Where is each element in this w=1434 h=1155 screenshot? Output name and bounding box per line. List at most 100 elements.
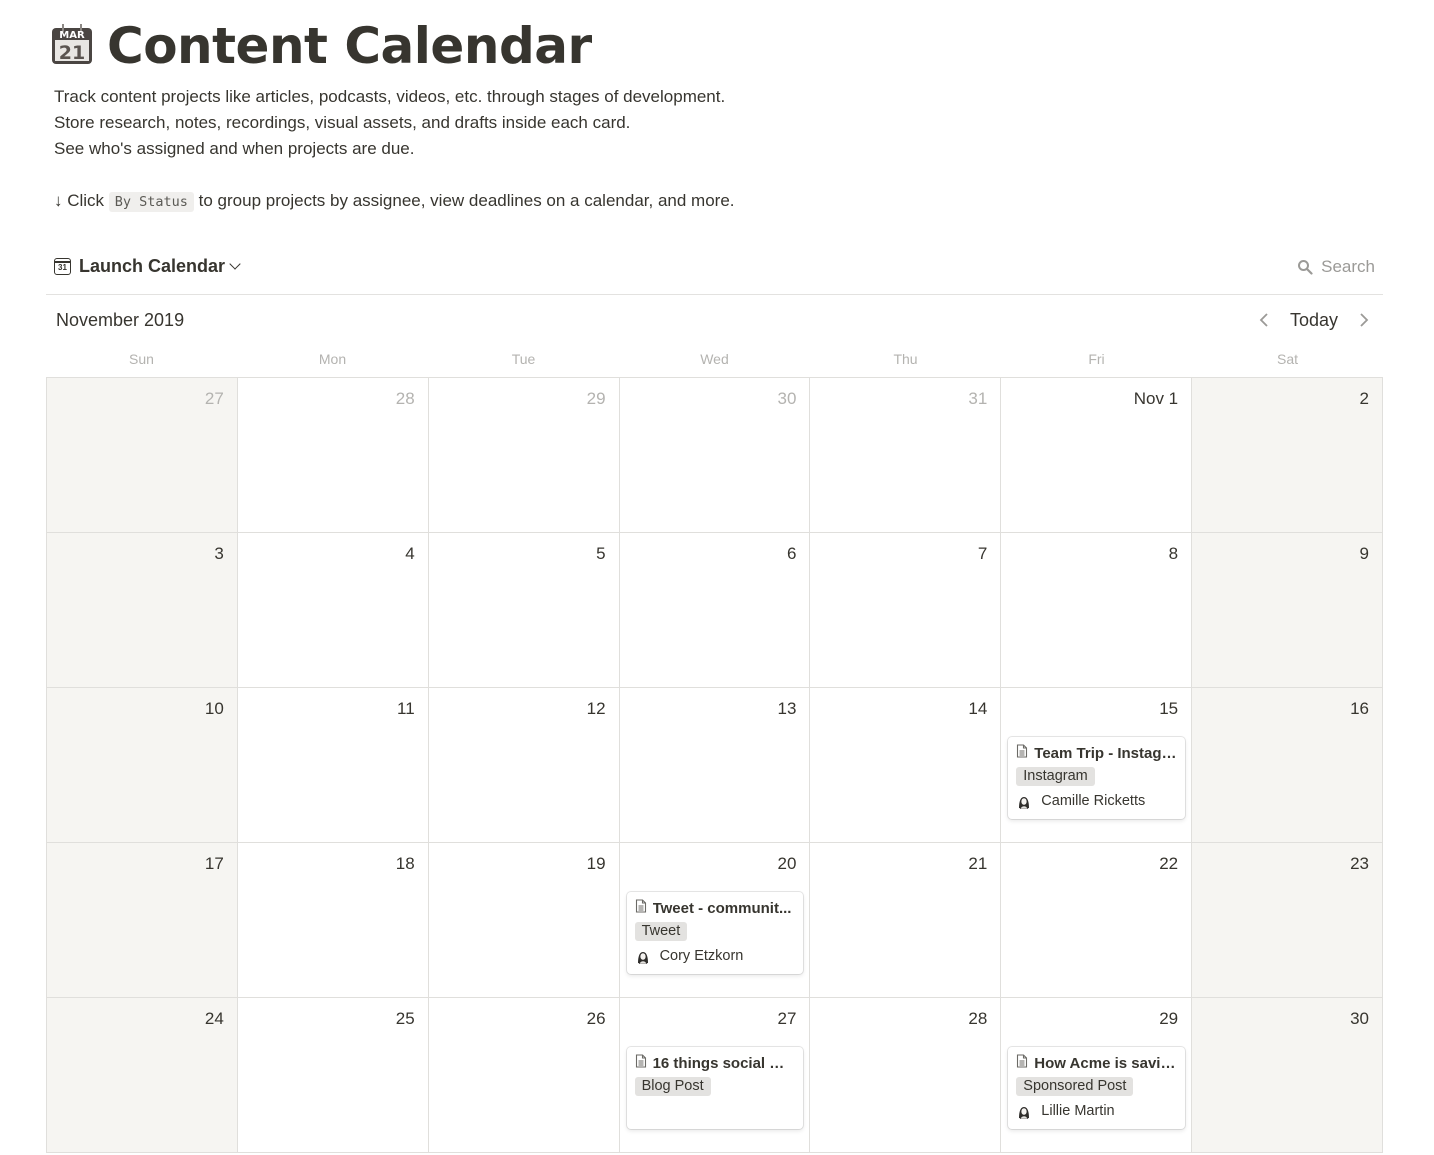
- calendar-day-cell[interactable]: 12: [428, 688, 620, 843]
- calendar-day-cell[interactable]: 19: [428, 843, 620, 998]
- page-icon: [635, 1054, 647, 1072]
- day-number: 25: [395, 1009, 415, 1028]
- event-card[interactable]: How Acme is savin... Sponsored Post Lillie…: [1008, 1047, 1186, 1129]
- event-card[interactable]: Team Trip - Instagr... Instagram Camille R…: [1008, 737, 1186, 819]
- search-button[interactable]: Search: [1297, 257, 1375, 277]
- event-card[interactable]: Tweet - communit... Tweet Cory Etzkorn: [626, 892, 804, 974]
- calendar-day-cell[interactable]: 7: [810, 533, 1002, 688]
- today-button[interactable]: Today: [1276, 310, 1352, 331]
- day-number: 28: [968, 1009, 988, 1028]
- calendar-day-cell[interactable]: 16: [1192, 688, 1383, 843]
- day-number: 14: [968, 699, 988, 718]
- calendar-day-cell[interactable]: 27 16 things social me... Blog Post: [619, 998, 811, 1153]
- day-number: 11: [397, 699, 415, 718]
- calendar-day-cell[interactable]: 28: [237, 378, 429, 533]
- hint-suffix: to group projects by assignee, view dead…: [193, 191, 735, 210]
- day-number: 3: [214, 544, 224, 563]
- svg-text:MAR: MAR: [59, 30, 85, 41]
- chevron-right-icon: [1360, 313, 1369, 327]
- calendar-day-cell[interactable]: 15 Team Trip - Instagr... Instagram Camille…: [1001, 688, 1193, 843]
- page-icon: [635, 899, 647, 917]
- calendar-day-cell[interactable]: 8: [1001, 533, 1193, 688]
- day-number: 27: [777, 1009, 797, 1028]
- calendar-day-cell[interactable]: 30: [619, 378, 811, 533]
- card-title-text: How Acme is savin...: [1034, 1054, 1178, 1072]
- day-number: 18: [395, 854, 415, 873]
- day-number: 6: [786, 544, 797, 563]
- assignee: Lillie Martin: [1016, 1101, 1177, 1121]
- database-view-bar: 31 Launch Calendar Search: [46, 250, 1383, 295]
- assignee: Camille Ricketts: [1016, 791, 1177, 811]
- day-number: 2: [1359, 389, 1369, 408]
- day-number: 16: [1350, 699, 1369, 718]
- chevron-left-icon: [1259, 313, 1268, 327]
- type-tag: Blog Post: [634, 1077, 711, 1096]
- day-number: 19: [586, 854, 606, 873]
- day-number: 4: [405, 544, 415, 563]
- month-label: November 2019: [56, 310, 185, 330]
- calendar-day-cell[interactable]: 20 Tweet - communit... Tweet Cory Etzkorn: [619, 843, 811, 998]
- day-number: 20: [777, 854, 797, 873]
- day-number: 30: [1350, 1009, 1369, 1028]
- day-number: 29: [586, 389, 606, 408]
- page-description: Track content projects like articles, po…: [54, 84, 735, 214]
- day-number: 24: [204, 1009, 224, 1028]
- search-icon: [1298, 260, 1313, 275]
- calendar-day-cell[interactable]: 2: [1192, 378, 1383, 533]
- day-number: 21: [968, 854, 988, 873]
- calendar-day-cell[interactable]: 23: [1192, 843, 1383, 998]
- calendar-day-cell[interactable]: 31: [810, 378, 1002, 533]
- card-title: How Acme is savin...: [1016, 1053, 1177, 1073]
- assignee-name: Lillie Martin: [1041, 1103, 1115, 1119]
- view-selector-dropdown[interactable]: 31 Launch Calendar: [54, 256, 241, 277]
- calendar-day-cell[interactable]: Nov 1: [1001, 378, 1193, 533]
- previous-month-button[interactable]: [1252, 308, 1276, 332]
- calendar-day-cell[interactable]: 6: [619, 533, 811, 688]
- calendar-day-cell[interactable]: 4: [237, 533, 429, 688]
- page-icon: [1016, 1054, 1028, 1072]
- day-number: 8: [1168, 544, 1179, 563]
- calendar-day-cell[interactable]: 11: [237, 688, 429, 843]
- weekday-label: Tue: [511, 351, 536, 367]
- day-number: 31: [968, 389, 988, 408]
- hint-line: ↓ Click By Status to group projects by a…: [54, 188, 735, 214]
- event-card[interactable]: 16 things social me... Blog Post: [626, 1047, 804, 1129]
- avatar-icon: [635, 948, 651, 965]
- day-number: 27: [204, 389, 224, 408]
- weekday-label: Sat: [1276, 351, 1298, 367]
- page-title: Content Calendar: [107, 17, 592, 75]
- search-label: Search: [1321, 257, 1375, 276]
- calendar-day-cell[interactable]: 17: [47, 843, 238, 998]
- calendar-day-cell[interactable]: 27: [47, 378, 238, 533]
- calendar-day-cell[interactable]: 25: [237, 998, 429, 1153]
- calendar-day-cell[interactable]: 22: [1001, 843, 1193, 998]
- calendar-day-cell[interactable]: 29: [428, 378, 620, 533]
- type-tag: Tweet: [634, 922, 688, 941]
- day-number: 15: [1159, 699, 1179, 718]
- weekday-label: Fri: [1088, 351, 1105, 367]
- calendar-day-cell[interactable]: 9: [1192, 533, 1383, 688]
- day-number: 28: [395, 389, 415, 408]
- calendar-day-cell[interactable]: 24: [47, 998, 238, 1153]
- calendar-day-cell[interactable]: 5: [428, 533, 620, 688]
- calendar-day-cell[interactable]: 29 How Acme is savin... Sponsored Post Lill…: [1001, 998, 1193, 1153]
- chevron-down-icon: [229, 258, 241, 270]
- calendar-day-cell[interactable]: 3: [47, 533, 238, 688]
- calendar-day-cell[interactable]: 13: [619, 688, 811, 843]
- card-title: Team Trip - Instagr...: [1016, 743, 1177, 763]
- assignee: Cory Etzkorn: [635, 946, 796, 966]
- month-navigation: Today: [1252, 308, 1376, 332]
- calendar-day-cell[interactable]: 21: [810, 843, 1002, 998]
- description-line: See who's assigned and when projects are…: [54, 139, 415, 158]
- calendar-day-cell[interactable]: 10: [47, 688, 238, 843]
- calendar-view-icon: 31: [54, 258, 71, 275]
- calendar-day-cell[interactable]: 28: [810, 998, 1002, 1153]
- calendar-day-cell[interactable]: 30: [1192, 998, 1383, 1153]
- calendar-emoji-icon[interactable]: MAR 21: [50, 23, 94, 65]
- svg-text:21: 21: [59, 42, 85, 64]
- next-month-button[interactable]: [1352, 308, 1376, 332]
- hint-prefix: ↓ Click: [54, 191, 109, 210]
- calendar-day-cell[interactable]: 14: [810, 688, 1002, 843]
- calendar-day-cell[interactable]: 18: [237, 843, 429, 998]
- calendar-day-cell[interactable]: 26: [428, 998, 620, 1153]
